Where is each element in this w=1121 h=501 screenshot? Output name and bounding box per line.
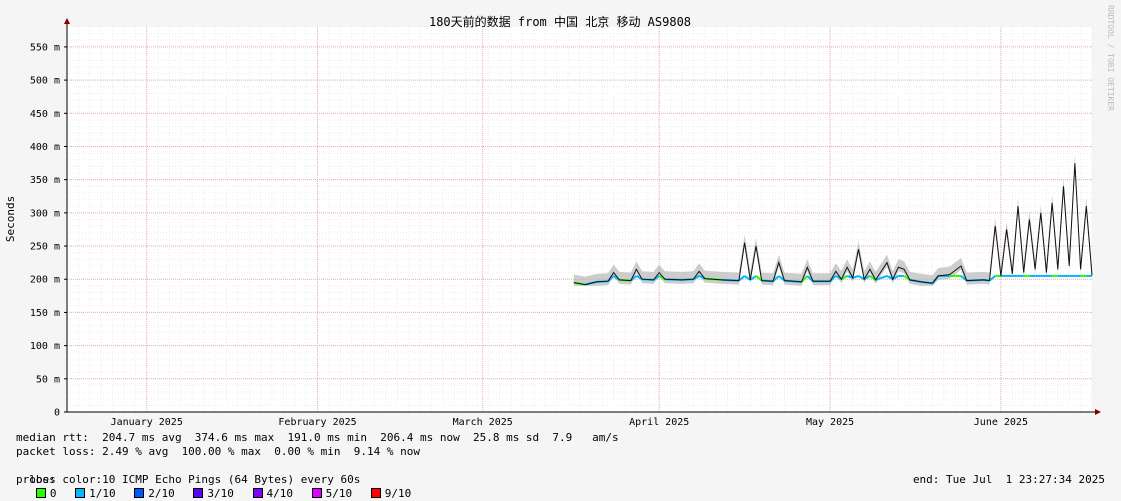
x-tick-label: January 2025 [111,417,183,428]
loss-color-swatch [311,488,322,498]
y-tick-label: 150 m [30,308,60,319]
y-tick-label: 0 [54,408,60,419]
rrdtool-credit: RRDTOOL / TOBI OETIKER [1106,5,1115,111]
x-tick-label: June 2025 [974,417,1028,428]
y-tick-label: 500 m [30,76,60,87]
loss-color-swatch [35,488,46,498]
loss-color-swatch [252,488,263,498]
x-tick-label: March 2025 [453,417,513,428]
loss-color-swatch [193,488,204,498]
x-tick-label: February 2025 [278,417,356,428]
loss-color-swatch [75,488,86,498]
y-tick-label: 450 m [30,109,60,120]
latency-chart: 0 50 m 100 m 150 m 200 m 250 m 300 m 350 m 400 m… [4,5,1115,428]
y-axis-arrow [64,18,70,24]
y-tick-label: 200 m [30,275,60,286]
end-time: end: Tue Jul 1 23:27:34 2025 [912,473,1105,486]
x-tick-labels: January 2025 February 2025 March 2025 April… [111,417,1028,428]
y-tick-label: 550 m [30,42,60,53]
probe-info: probe: 10 ICMP Echo Pings (64 Bytes) eve… [16,473,361,486]
median-rtt-stats: median rtt: 204.7 ms avg 374.6 ms max 19… [16,431,619,444]
packet-loss-stats: packet loss: 2.49 % avg 100.00 % max 0.0… [16,445,420,458]
y-tick-label: 400 m [30,142,60,153]
y-tick-label: 350 m [30,175,60,186]
y-tick-label: 100 m [30,341,60,352]
y-tick-label: 250 m [30,242,60,253]
loss-color-swatch [134,488,145,498]
x-tick-label: May 2025 [806,417,854,428]
loss-color-swatch [370,488,381,498]
chart-title: 180天前的数据 from 中国 北京 移动 AS9808 [429,14,691,29]
y-tick-label: 50 m [36,374,60,385]
x-tick-label: April 2025 [629,417,689,428]
y-tick-labels: 0 50 m 100 m 150 m 200 m 250 m 300 m 350 m 400 m… [30,42,67,419]
x-axis-arrow [1095,409,1101,415]
y-tick-label: 300 m [30,208,60,219]
y-axis-label: Seconds [4,196,17,242]
